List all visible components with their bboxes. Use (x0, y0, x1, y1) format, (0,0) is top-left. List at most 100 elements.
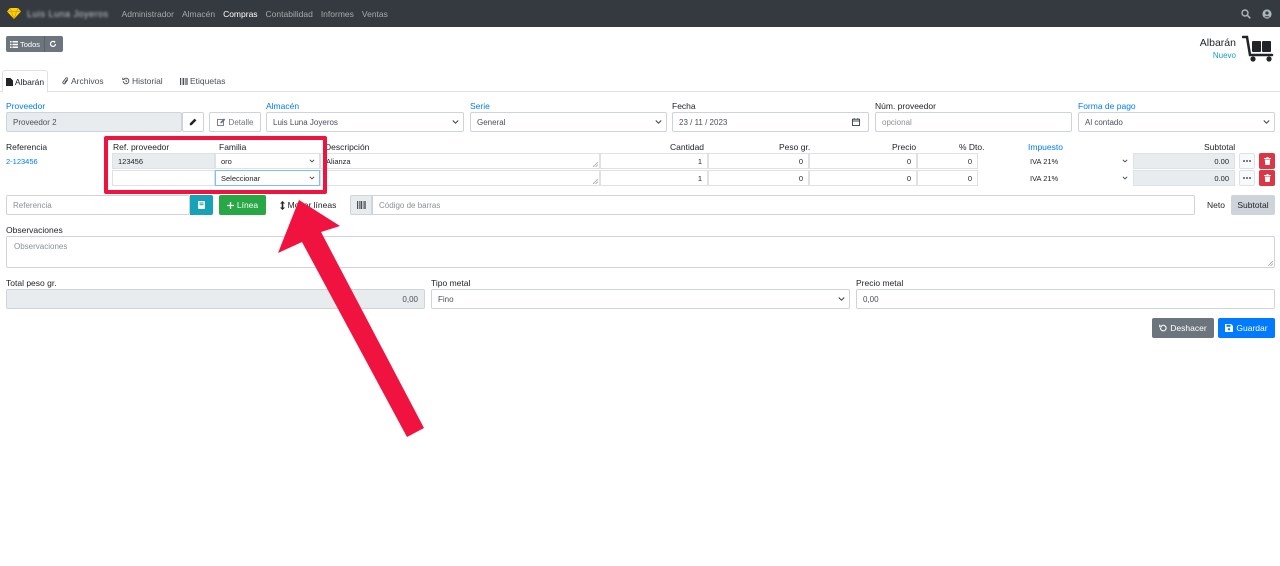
subtotal-toggle-label: Subtotal (1237, 200, 1269, 210)
col-cantidad: Cantidad (670, 142, 705, 152)
tipo-metal-select[interactable]: Fino (431, 289, 850, 309)
tab-albaran-label: Albarán (14, 76, 45, 87)
barcode-icon (356, 201, 366, 209)
row-cantidad[interactable]: 1 (600, 153, 708, 169)
document-title: Albarán Nuevo (1200, 37, 1236, 60)
tipo-metal-label: Tipo metal (431, 278, 471, 288)
col-peso: Peso gr. (779, 142, 811, 152)
row-dto[interactable]: 0 (917, 170, 978, 186)
tab-historial[interactable]: Historial (122, 70, 163, 92)
row-precio[interactable]: 0 (809, 170, 917, 186)
tab-etiquetas[interactable]: Etiquetas (180, 70, 225, 92)
nav-informes[interactable]: Informes (321, 9, 354, 19)
fecha-input[interactable]: 23 / 11 / 2023 (672, 112, 869, 132)
num-proveedor-placeholder: opcional (882, 117, 912, 127)
row-descripcion[interactable]: Alianza (320, 153, 600, 169)
row-more-button[interactable] (1239, 153, 1255, 169)
subtotal-toggle[interactable]: Subtotal (1231, 195, 1275, 215)
trash-icon (1263, 157, 1271, 165)
row-delete-button[interactable] (1259, 170, 1275, 186)
trash-icon (1263, 174, 1271, 182)
ellipsis-icon (1243, 160, 1251, 162)
row-impuesto-select[interactable]: IVA 21% (1025, 170, 1132, 186)
proveedor-field[interactable]: Proveedor 2 (6, 112, 182, 132)
chevron-down-icon (1122, 159, 1128, 163)
num-proveedor-label: Núm. proveedor (875, 101, 936, 111)
almacen-label[interactable]: Almacén (266, 101, 299, 111)
row-subtotal-value: 0.00 (1214, 156, 1229, 166)
referencia-input[interactable]: Referencia (6, 195, 190, 215)
search-icon[interactable] (1241, 8, 1251, 19)
book-icon (198, 201, 205, 209)
todos-label: Todos (20, 39, 41, 49)
row-more-button[interactable] (1239, 170, 1255, 186)
resize-handle-icon[interactable] (1268, 261, 1273, 266)
almacen-select[interactable]: Luis Luna Joyeros (266, 112, 464, 132)
nav-ventas[interactable]: Ventas (362, 9, 388, 19)
nav-compras[interactable]: Compras (223, 9, 257, 19)
row-dto[interactable]: 0 (917, 153, 978, 169)
tab-archivos[interactable]: Archivos (62, 70, 104, 92)
move-lines-button[interactable]: Mover líneas (272, 195, 344, 215)
serie-value: General (477, 117, 506, 127)
barcode-icon (180, 77, 188, 85)
nav-administrador[interactable]: Administrador (122, 9, 174, 19)
resize-handle-icon[interactable] (593, 179, 598, 184)
history-icon (122, 77, 130, 85)
row-peso[interactable]: 0 (708, 153, 809, 169)
arrows-vertical-icon (279, 200, 285, 210)
plus-icon (226, 201, 234, 209)
barcode-addon (350, 195, 372, 215)
resize-handle-icon[interactable] (593, 162, 598, 167)
row-peso-value: 0 (798, 156, 803, 166)
refresh-button[interactable] (44, 36, 61, 52)
brand[interactable]: Luis Luna Joyeros (7, 8, 109, 19)
todos-button[interactable]: Todos (6, 36, 44, 52)
page-subtitle: Nuevo (1212, 51, 1236, 60)
add-line-button[interactable]: Línea (219, 195, 266, 215)
chevron-down-icon (838, 297, 845, 301)
move-lines-label: Mover líneas (287, 200, 337, 210)
row-impuesto-select[interactable]: IVA 21% (1025, 153, 1132, 169)
row-precio[interactable]: 0 (809, 153, 917, 169)
search-product-button[interactable] (190, 195, 213, 215)
row-descripcion[interactable] (320, 170, 600, 186)
almacen-value: Luis Luna Joyeros (273, 117, 338, 127)
row-precio-value: 0 (906, 156, 911, 166)
row-delete-button[interactable] (1259, 153, 1275, 169)
num-proveedor-input[interactable]: opcional (875, 112, 1072, 132)
barcode-input[interactable]: Código de barras (372, 195, 1195, 215)
row-referencia-link[interactable]: 2-123456 (6, 157, 38, 166)
tab-albaran[interactable]: Albarán (2, 70, 48, 93)
row-peso-value: 0 (798, 173, 803, 183)
deshacer-label: Deshacer (1170, 323, 1207, 333)
row-cantidad-value: 1 (697, 156, 702, 166)
calendar-icon[interactable] (852, 118, 860, 126)
detalle-button[interactable]: Detalle (209, 112, 261, 132)
precio-metal-input[interactable]: 0,00 (856, 289, 1275, 309)
fecha-label: Fecha (672, 101, 696, 111)
deshacer-button[interactable]: Deshacer (1152, 318, 1214, 338)
guardar-button[interactable]: Guardar (1218, 318, 1275, 338)
brand-name: Luis Luna Joyeros (27, 8, 109, 19)
forma-pago-select[interactable]: Al contado (1078, 112, 1275, 132)
col-impuesto[interactable]: Impuesto (1028, 142, 1063, 152)
nav-contabilidad[interactable]: Contabilidad (266, 9, 313, 19)
guardar-label: Guardar (1236, 323, 1268, 333)
col-referencia: Referencia (6, 142, 48, 152)
tab-bar: Albarán Archivos Historial Etiquetas (0, 69, 1280, 93)
serie-select[interactable]: General (470, 112, 667, 132)
user-icon[interactable] (1262, 8, 1272, 19)
row-peso[interactable]: 0 (708, 170, 809, 186)
proveedor-label[interactable]: Proveedor (6, 101, 45, 111)
serie-label[interactable]: Serie (470, 101, 490, 111)
observaciones-textarea[interactable]: Observaciones (6, 236, 1275, 268)
row-dto-value: 0 (967, 156, 972, 166)
file-icon (5, 77, 13, 86)
pencil-icon (189, 118, 197, 126)
nav-almacen[interactable]: Almacén (182, 9, 215, 19)
row-cantidad[interactable]: 1 (600, 170, 708, 186)
edit-proveedor-button[interactable] (182, 112, 204, 132)
forma-pago-label[interactable]: Forma de pago (1078, 101, 1136, 111)
neto-toggle[interactable]: Neto (1201, 195, 1231, 215)
